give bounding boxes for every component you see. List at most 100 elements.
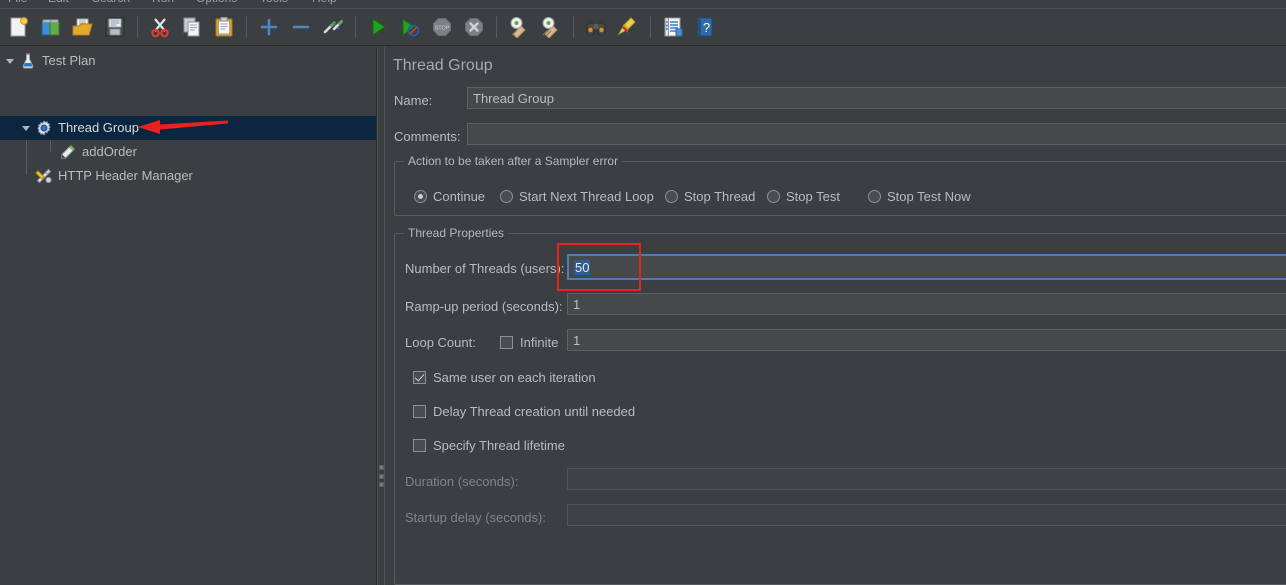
rampup-period-input[interactable] xyxy=(567,293,1286,315)
name-input[interactable] xyxy=(467,87,1286,109)
toolbar: STOP ? xyxy=(0,8,1286,46)
toolbar-function-helper-button[interactable] xyxy=(658,12,688,42)
toolbar-search-button[interactable] xyxy=(581,12,611,42)
minus-icon xyxy=(292,25,310,29)
thread-group-settings-panel: Thread Group Name: Comments: Action to b… xyxy=(385,47,1286,585)
panel-splitter[interactable] xyxy=(377,47,385,585)
header-manager-tools-icon xyxy=(34,166,54,186)
radio-button-indicator[interactable] xyxy=(665,190,678,203)
tree-node-thread-group[interactable]: Thread Group xyxy=(0,116,376,140)
radio-label: Continue xyxy=(433,189,486,204)
toolbar-new-test-plan-button[interactable] xyxy=(4,12,34,42)
toolbar-reset-search-button[interactable] xyxy=(613,12,643,42)
radio-button-indicator[interactable] xyxy=(868,190,881,203)
toolbar-separator-4 xyxy=(496,16,497,38)
tree-expand-toggle-test-plan[interactable] xyxy=(2,49,18,73)
radio-label: Stop Test xyxy=(786,189,840,204)
toolbar-toggle-button[interactable] xyxy=(318,12,348,42)
menu-file[interactable]: File xyxy=(8,0,27,5)
open-folder-icon xyxy=(72,18,93,36)
specify-thread-lifetime-checkbox-wrapper[interactable]: Specify Thread lifetime xyxy=(413,438,565,453)
toolbar-clear-all-button[interactable] xyxy=(536,12,566,42)
svg-text:?: ? xyxy=(703,20,710,35)
comments-input[interactable] xyxy=(467,123,1286,145)
menu-help[interactable]: Help xyxy=(312,0,337,5)
toggle-pencils-icon xyxy=(323,20,343,34)
menu-bar[interactable]: File Edit Search Run Options Tools Help xyxy=(0,0,1286,8)
menu-options[interactable]: Options xyxy=(196,0,237,5)
radio-button-indicator[interactable] xyxy=(500,190,513,203)
startup-delay-input[interactable] xyxy=(567,504,1286,526)
radio-stop-thread[interactable]: Stop Thread xyxy=(665,189,755,204)
toolbar-save-button[interactable] xyxy=(100,12,130,42)
toolbar-collapse-all-button[interactable] xyxy=(286,12,316,42)
radio-start-next-thread-loop[interactable]: Start Next Thread Loop xyxy=(500,189,654,204)
loop-count-label: Loop Count: xyxy=(405,335,476,350)
same-user-checkbox-wrapper[interactable]: Same user on each iteration xyxy=(413,370,596,385)
splitter-grip-handle[interactable] xyxy=(379,465,384,487)
plus-icon xyxy=(260,18,278,36)
toolbar-start-button[interactable] xyxy=(363,12,393,42)
green-play-icon xyxy=(372,18,386,36)
radio-button-indicator[interactable] xyxy=(767,190,780,203)
radio-stop-test[interactable]: Stop Test xyxy=(767,189,840,204)
toolbar-clear-button[interactable] xyxy=(504,12,534,42)
gear-broom-icon xyxy=(510,17,526,38)
broom-icon xyxy=(617,17,636,36)
infinite-label: Infinite xyxy=(520,335,559,350)
toolbar-separator-6 xyxy=(650,16,651,38)
toolbar-templates-button[interactable] xyxy=(36,12,66,42)
page-title: Thread Group xyxy=(393,57,493,74)
toolbar-help-button[interactable]: ? xyxy=(690,12,720,42)
radio-stop-test-now[interactable]: Stop Test Now xyxy=(868,189,971,204)
scissors-icon xyxy=(151,18,169,38)
duration-input[interactable] xyxy=(567,468,1286,490)
tree-expand-toggle-thread-group[interactable] xyxy=(18,116,34,140)
stop-sign-icon: STOP xyxy=(433,18,451,36)
new-document-icon xyxy=(10,17,28,37)
toolbar-start-no-pauses-button[interactable] xyxy=(395,12,425,42)
menu-tools[interactable]: Tools xyxy=(260,0,288,5)
toolbar-paste-button[interactable] xyxy=(209,12,239,42)
tree-node-addorder[interactable]: addOrder xyxy=(0,140,376,164)
menu-search[interactable]: Search xyxy=(92,0,130,5)
infinite-checkbox[interactable] xyxy=(500,336,513,349)
radio-label: Stop Test Now xyxy=(887,189,971,204)
thread-properties-group-title: Thread Properties xyxy=(404,226,509,240)
gear-broom-double-icon xyxy=(542,17,558,38)
toolbar-cut-button[interactable] xyxy=(145,12,175,42)
same-user-checkbox[interactable] xyxy=(413,371,426,384)
radio-label: Stop Thread xyxy=(684,189,756,204)
toolbar-shutdown-button[interactable] xyxy=(459,12,489,42)
name-label: Name: xyxy=(394,93,433,108)
radio-button-indicator[interactable] xyxy=(414,190,427,203)
toolbar-copy-button[interactable] xyxy=(177,12,207,42)
specify-thread-lifetime-checkbox[interactable] xyxy=(413,439,426,452)
play-no-timers-icon xyxy=(402,18,420,37)
startup-delay-label: Startup delay (seconds): xyxy=(405,510,546,525)
tree-node-label: Test Plan xyxy=(42,53,96,68)
sampler-error-group-title: Action to be taken after a Sampler error xyxy=(404,154,623,168)
rampup-period-label: Ramp-up period (seconds): xyxy=(405,299,563,314)
number-of-threads-input[interactable]: 50 xyxy=(567,254,1286,280)
delay-thread-creation-checkbox-wrapper[interactable]: Delay Thread creation until needed xyxy=(413,404,635,419)
menu-edit[interactable]: Edit xyxy=(48,0,69,5)
menu-run[interactable]: Run xyxy=(152,0,174,5)
same-user-label: Same user on each iteration xyxy=(433,370,596,385)
infinite-checkbox-wrapper[interactable]: Infinite xyxy=(500,335,558,350)
thread-group-gear-icon xyxy=(34,118,54,138)
toolbar-stop-button[interactable]: STOP xyxy=(427,12,457,42)
tree-node-test-plan[interactable]: Test Plan xyxy=(0,49,376,73)
delay-thread-creation-label: Delay Thread creation until needed xyxy=(433,404,636,419)
copy-pages-icon xyxy=(183,17,200,37)
tree-node-http-header-manager[interactable]: HTTP Header Manager xyxy=(0,164,376,188)
toolbar-expand-all-button[interactable] xyxy=(254,12,284,42)
delay-thread-creation-checkbox[interactable] xyxy=(413,405,426,418)
toolbar-open-button[interactable] xyxy=(68,12,98,42)
toolbar-separator-3 xyxy=(355,16,356,38)
loop-count-input[interactable] xyxy=(567,329,1286,351)
toolbar-separator-2 xyxy=(246,16,247,38)
radio-continue[interactable]: Continue xyxy=(414,189,485,204)
test-plan-tree-panel[interactable]: Test Plan Thread Group addOrder HTTP Hea… xyxy=(0,47,377,585)
toolbar-separator-5 xyxy=(573,16,574,38)
